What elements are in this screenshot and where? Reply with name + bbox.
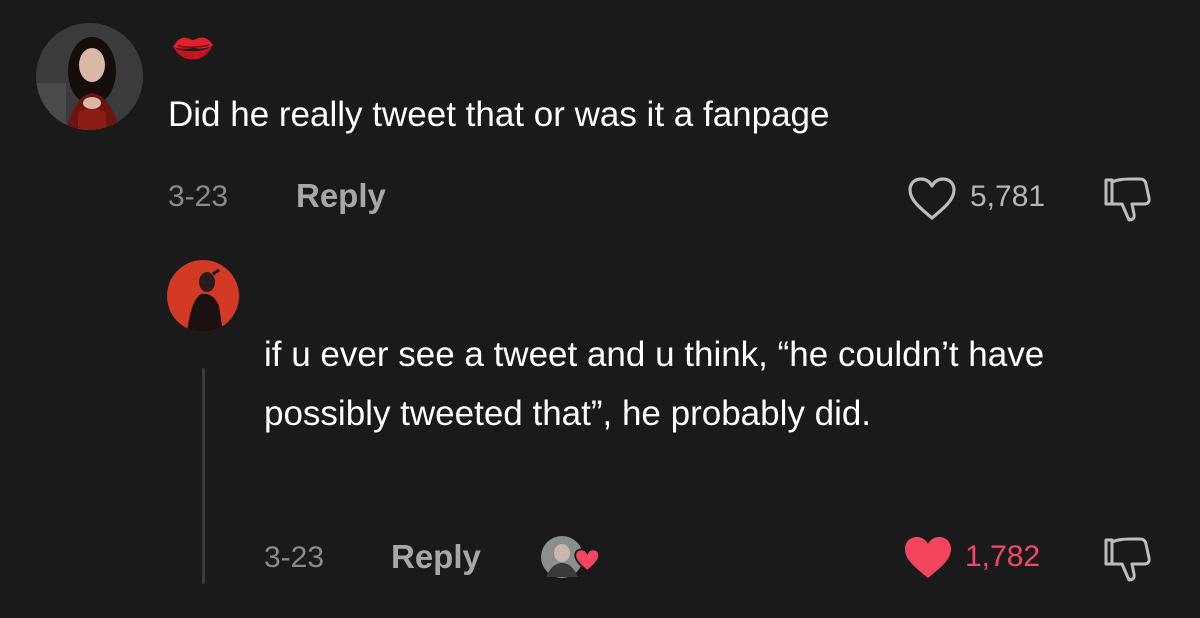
reply-text: if u ever see a tweet and u think, “he c…	[264, 335, 1045, 433]
heart-outline-icon[interactable]	[906, 176, 958, 222]
reply-like-count: 1,782	[965, 540, 1041, 573]
reply-date: 3-23	[264, 541, 325, 574]
reply-button[interactable]: Reply	[296, 177, 386, 215]
heart-filled-icon[interactable]	[902, 535, 954, 581]
thumbs-down-icon[interactable]	[1098, 174, 1154, 224]
comment-text: Did he really tweet that or was it a fan…	[168, 95, 830, 134]
thread-line	[202, 368, 205, 584]
reply-commenter-avatar[interactable]	[167, 260, 239, 332]
like-count: 5,781	[970, 180, 1046, 213]
reply-button[interactable]: Reply	[391, 538, 481, 576]
avatar-image	[36, 23, 143, 130]
comment-date: 3-23	[168, 180, 229, 213]
thumbs-down-icon[interactable]	[1098, 534, 1154, 584]
lips-kiss-icon	[170, 30, 216, 64]
reply-avatar-image	[167, 260, 239, 332]
creator-liked-badge	[540, 533, 601, 583]
commenter-avatar[interactable]	[36, 23, 143, 130]
